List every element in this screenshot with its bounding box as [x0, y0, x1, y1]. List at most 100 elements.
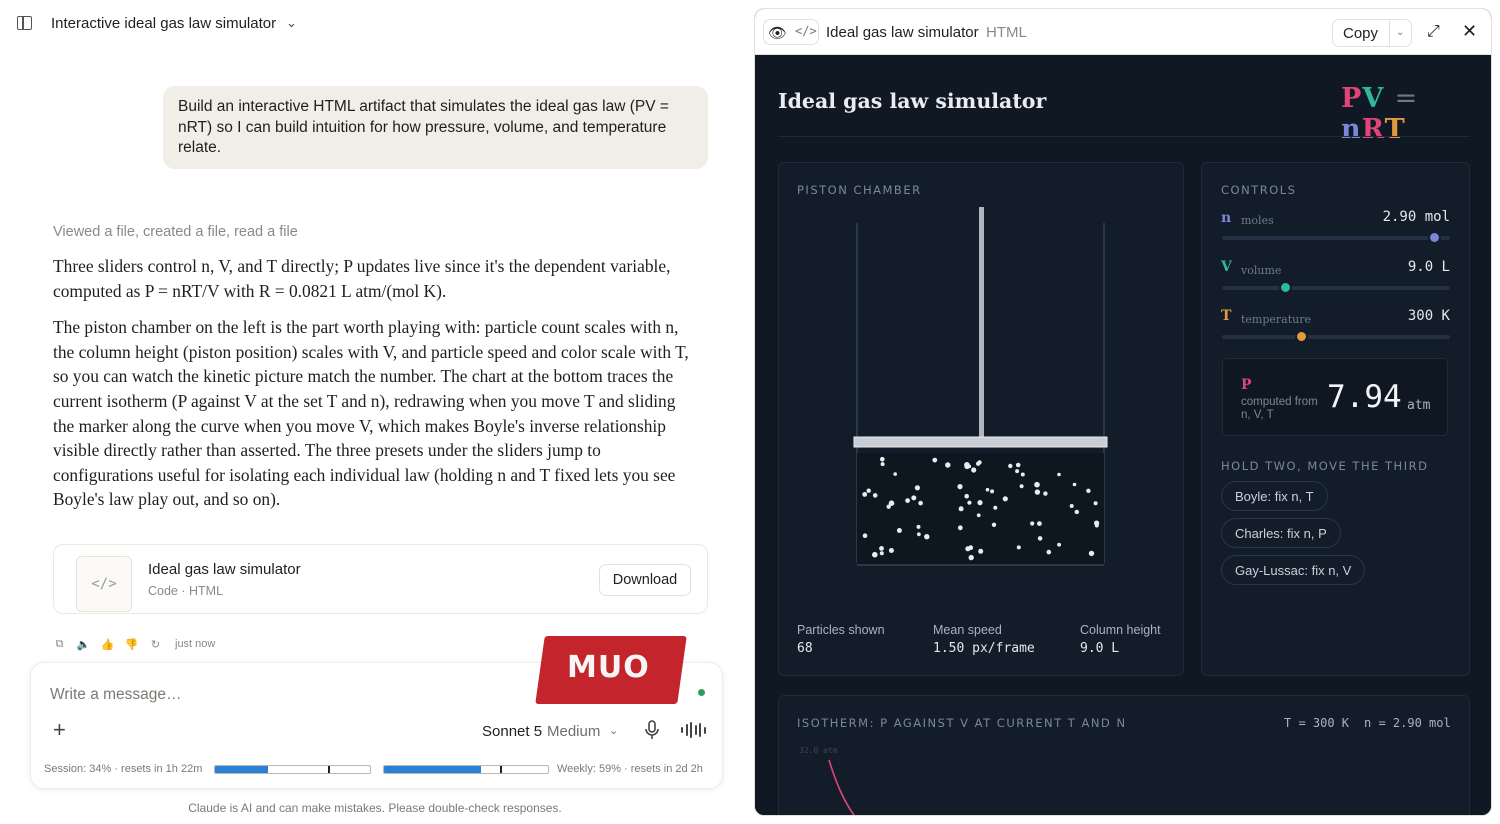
particle [1037, 521, 1042, 526]
model-mode[interactable]: Medium [547, 723, 600, 740]
thumbs-down-icon[interactable]: 👎 [125, 638, 139, 651]
pressure-readout: P computed from n, V, T 7.94 atm [1222, 358, 1448, 436]
voice-mode-icon[interactable] [681, 721, 706, 739]
particle [965, 546, 971, 552]
temperature-symbol: T [1221, 308, 1232, 324]
moles-name: moles [1241, 214, 1274, 227]
particles-label: Particles shown [797, 623, 885, 637]
copy-button[interactable]: Copy ⌄ [1332, 19, 1412, 47]
model-selector[interactable]: Sonnet 5 [482, 723, 542, 740]
speaker-icon[interactable]: 🔈 [77, 638, 91, 651]
pressure-value: 7.94 [1327, 379, 1402, 415]
piston-chamber-card: PISTON CHAMBER Particles shown 68 Mean s… [778, 162, 1184, 676]
particle [1037, 536, 1043, 541]
session-usage: Session: 34% · resets in 1h 22m [44, 763, 203, 775]
preset-gay-lussac-button[interactable]: Gay-Lussac: fix n, V [1221, 555, 1366, 585]
particle [1074, 509, 1079, 515]
user-message: Build an interactive HTML artifact that … [163, 86, 708, 169]
particle [879, 551, 884, 556]
moles-slider[interactable] [1222, 236, 1450, 240]
volume-slider[interactable] [1222, 286, 1450, 290]
artifact-card[interactable]: </> Ideal gas law simulator Code · HTML … [53, 544, 708, 614]
particle [918, 500, 923, 506]
volume-name: volume [1241, 264, 1282, 277]
timestamp: just now [175, 638, 216, 650]
volume-slider-thumb[interactable] [1279, 281, 1293, 294]
volume-value: 9.0 L [1407, 259, 1450, 275]
particle [1046, 549, 1052, 555]
add-attachment-button[interactable]: + [53, 719, 66, 741]
artifact-meta: Code · HTML [148, 584, 224, 598]
piston-head[interactable] [853, 436, 1108, 448]
pressure-note: computed from n, V, T [1241, 396, 1318, 421]
particle [888, 548, 894, 553]
artifact-name: Ideal gas law simulator [148, 561, 301, 578]
message-actions: ⧉ 🔈 👍 👎 ↻ just now [53, 636, 216, 652]
piston-rod[interactable] [979, 207, 984, 439]
artifact-panel: 👁 </> Ideal gas law simulator HTML Copy … [754, 8, 1492, 816]
isotherm-card: ISOTHERM: P AGAINST V AT CURRENT T AND N… [778, 695, 1470, 815]
isotherm-label: ISOTHERM: P AGAINST V AT CURRENT T AND N [797, 716, 1127, 730]
watermark-text: MUO [567, 650, 650, 685]
divider [778, 136, 1470, 137]
formula-v: V [1362, 83, 1385, 114]
pressure-symbol: P [1241, 377, 1252, 393]
particle [886, 504, 891, 509]
particle [914, 485, 920, 491]
volume-symbol: V [1221, 259, 1232, 275]
session-usage-fill [215, 766, 268, 773]
formula-r: R [1361, 114, 1385, 145]
controls-label: CONTROLS [1221, 183, 1297, 197]
particle [991, 522, 997, 527]
particle [932, 457, 938, 463]
thumbs-up-icon[interactable]: 👍 [101, 638, 115, 651]
particle [905, 498, 910, 503]
code-icon: </> [76, 556, 132, 612]
isotherm-curve [828, 759, 855, 815]
panel-type: HTML [986, 24, 1027, 41]
close-icon[interactable]: ✕ [1462, 21, 1477, 42]
microphone-icon[interactable] [644, 720, 660, 740]
particle [976, 461, 981, 466]
particle [911, 495, 917, 501]
particle [1020, 472, 1025, 477]
particle [1016, 545, 1021, 550]
particle [880, 456, 885, 462]
sidebar-toggle-icon[interactable] [17, 16, 32, 30]
particle [1034, 481, 1040, 488]
eye-icon[interactable]: 👁 [768, 24, 787, 42]
temperature-slider-thumb[interactable] [1295, 330, 1309, 343]
conversation-title[interactable]: Interactive ideal gas law simulator [51, 15, 276, 32]
moles-slider-thumb[interactable] [1427, 231, 1441, 244]
status-dot [698, 689, 705, 696]
reply-paragraph-1: Three sliders control n, V, and T direct… [53, 256, 671, 301]
particle [993, 505, 998, 510]
temperature-slider[interactable] [1222, 335, 1450, 339]
pressure-unit: atm [1407, 398, 1431, 413]
retry-icon[interactable]: ↻ [149, 638, 162, 651]
download-button[interactable]: Download [599, 564, 691, 596]
particle [958, 506, 964, 512]
piston-chamber-drawing [853, 207, 1108, 566]
code-icon[interactable]: </> [795, 24, 817, 38]
tool-summary[interactable]: Viewed a file, created a file, read a fi… [53, 224, 298, 240]
chevron-down-icon[interactable]: ⌄ [1396, 27, 1404, 38]
chevron-down-icon[interactable]: ⌄ [286, 15, 297, 31]
panel-title: Ideal gas law simulator [826, 24, 979, 41]
formula-p: P [1341, 83, 1363, 114]
preset-boyle-button[interactable]: Boyle: fix n, T [1221, 481, 1328, 511]
moles-value: 2.90 mol [1382, 209, 1450, 225]
formula-eq: = [1394, 83, 1419, 114]
particle [957, 484, 963, 490]
particle [1057, 542, 1061, 547]
particle [866, 488, 871, 493]
particle [1069, 504, 1074, 508]
isotherm-moles: n = 2.90 mol [1364, 716, 1451, 730]
particle [945, 462, 951, 468]
chevron-down-icon[interactable]: ⌄ [609, 724, 618, 737]
reply-paragraph-2: The piston chamber on the left is the pa… [53, 317, 689, 510]
particle [964, 493, 969, 499]
preset-charles-button[interactable]: Charles: fix n, P [1221, 518, 1341, 548]
copy-icon[interactable]: ⧉ [53, 638, 66, 651]
expand-icon[interactable]: ⤢ [1427, 23, 1440, 41]
